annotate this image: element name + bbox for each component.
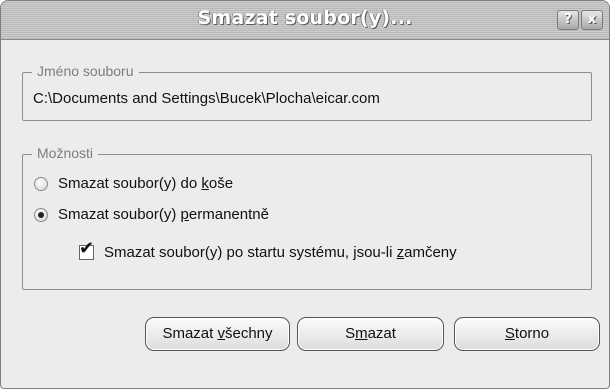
recycle-radio[interactable] [34,176,48,191]
options-group: Možnosti Smazat soubor(y) do koše Smazat… [22,145,592,290]
file-name-group-label: Jméno souboru [32,63,139,79]
title-bar[interactable]: Smazat soubor(y)... ? x [1,1,609,40]
delete-all-button[interactable]: Smazat všechny [145,317,290,351]
cancel-button[interactable]: Storno [454,317,600,351]
delete-button[interactable]: Smazat [297,317,444,351]
delete-after-restart-checkbox[interactable]: ✔ [79,240,94,260]
file-path: C:\Documents and Settings\Bucek\Plocha\e… [33,90,380,107]
recycle-option[interactable]: Smazat soubor(y) do koše [34,175,233,192]
delete-files-dialog: Smazat soubor(y)... ? x Jméno souboru C:… [0,0,610,389]
recycle-option-label: Smazat soubor(y) do koše [58,175,234,192]
options-group-label: Možnosti [32,145,99,161]
permanent-option[interactable]: Smazat soubor(y) permanentně [34,206,269,223]
delete-after-restart-option[interactable]: ✔ Smazat soubor(y) po startu systému, js… [79,240,457,261]
help-icon: ? [564,12,572,27]
window-title: Smazat soubor(y)... [197,7,413,29]
delete-after-restart-label: Smazat soubor(y) po startu systému, jsou… [104,244,457,261]
file-name-group: Jméno souboru C:\Documents and Settings\… [22,63,592,121]
permanent-radio[interactable] [34,207,48,222]
help-button[interactable]: ? [557,10,579,30]
close-icon: x [587,12,597,27]
permanent-option-label: Smazat soubor(y) permanentně [58,206,269,223]
checkmark-icon: ✔ [79,238,95,259]
close-button[interactable]: x [581,10,603,30]
